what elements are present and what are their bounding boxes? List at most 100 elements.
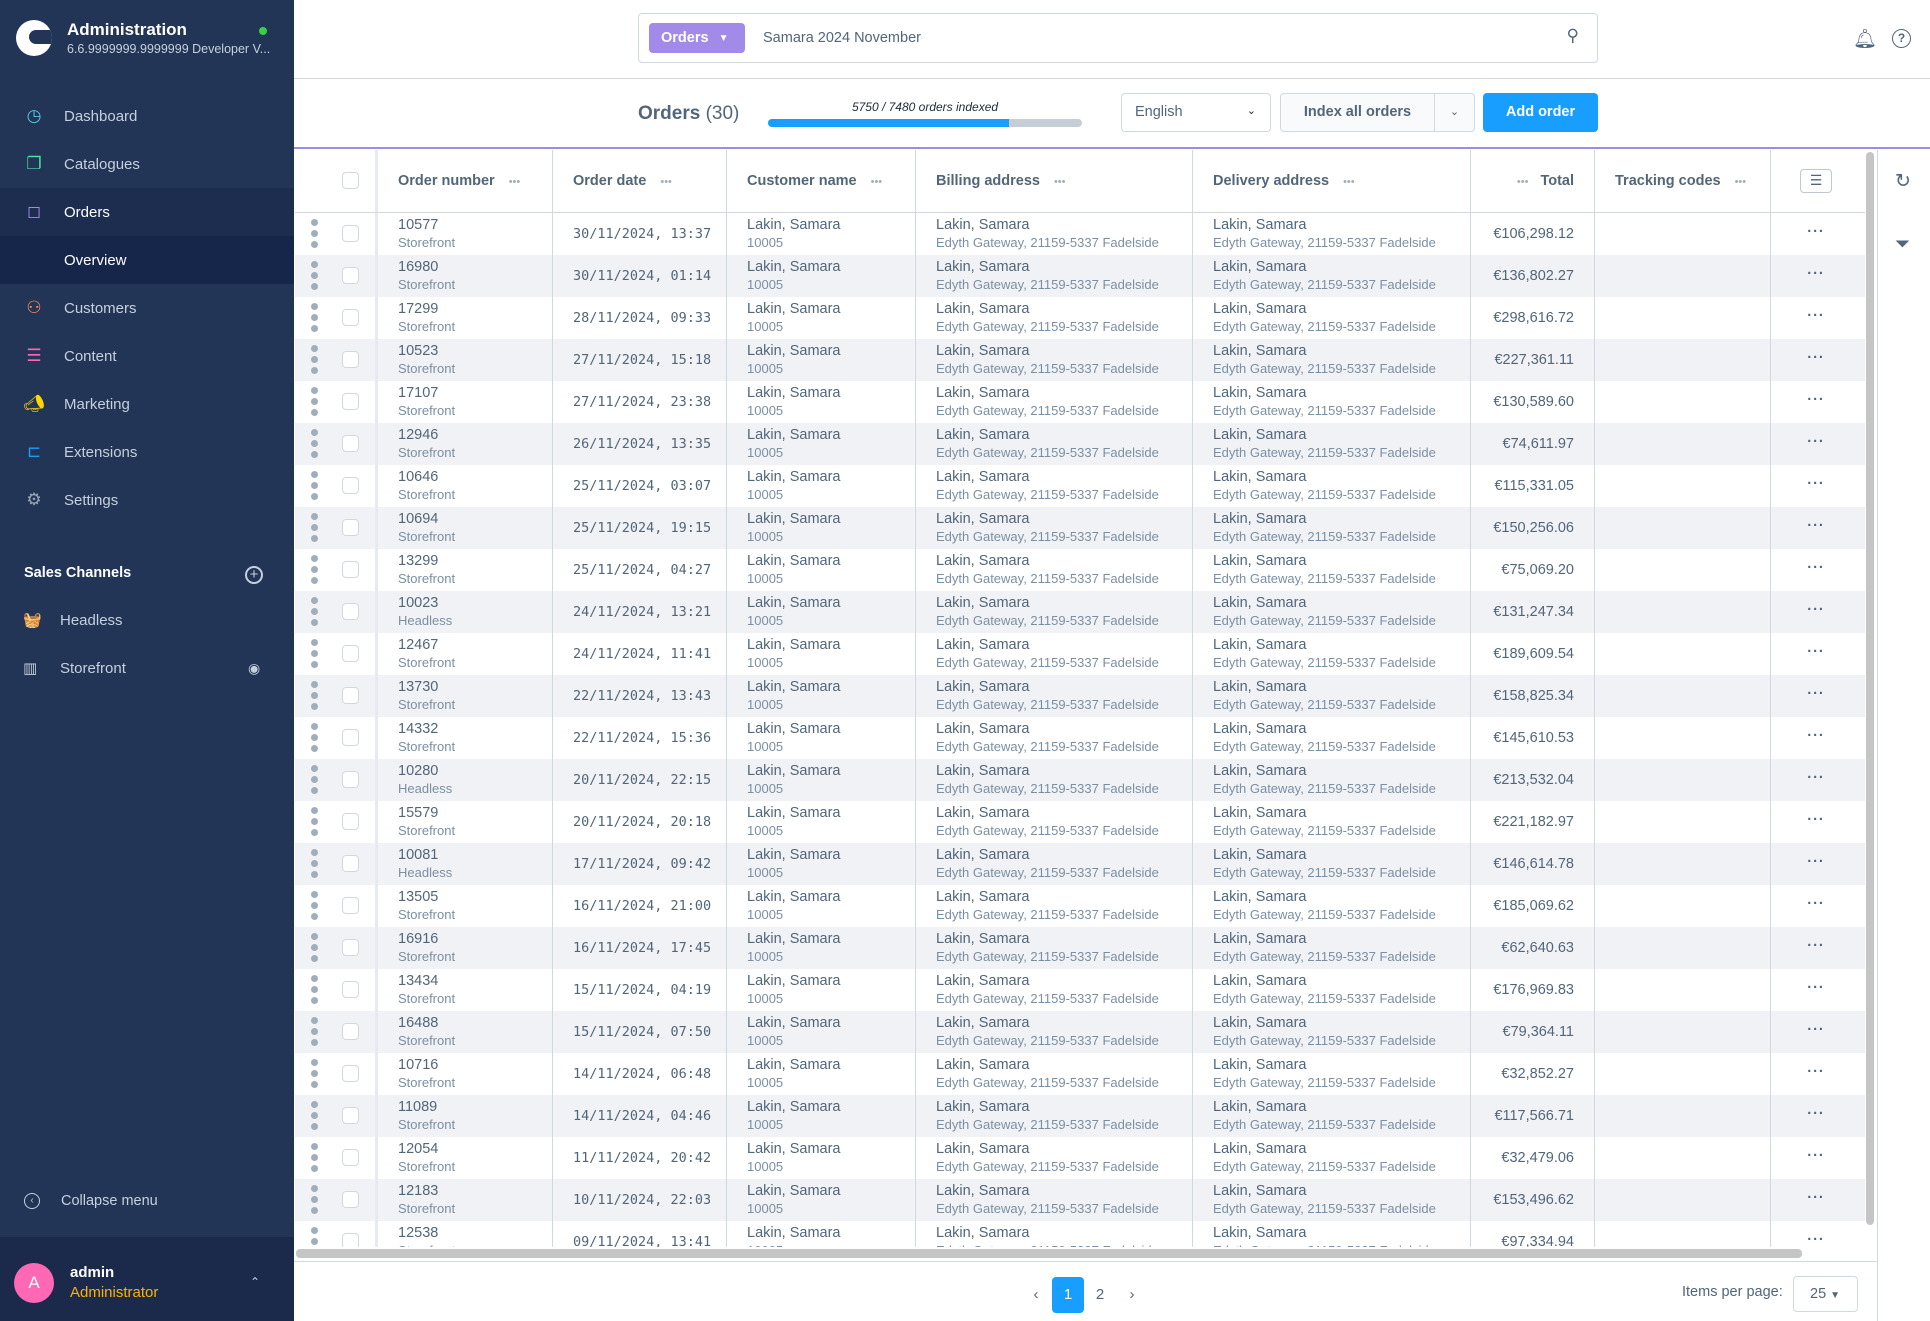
chevron-down-icon[interactable]: ⌄ [1435,94,1474,131]
filter-icon[interactable]: ⏷ [1895,234,1910,256]
row-checkbox[interactable] [342,645,359,662]
order-number-link[interactable]: 13434 [398,973,552,990]
order-number-link[interactable]: 16916 [398,931,552,948]
drag-handle-icon[interactable] [311,213,330,248]
row-checkbox[interactable] [342,1065,359,1082]
table-row[interactable]: 10523 Storefront 27/11/2024, 15:18 Lakin,… [295,339,1865,381]
table-row[interactable]: 12054 Storefront 11/11/2024, 20:42 Lakin,… [295,1137,1865,1179]
table-row[interactable]: 13505 Storefront 16/11/2024, 21:00 Lakin,… [295,885,1865,927]
sidebar-channel-headless[interactable]: 🧺 Headless [0,598,294,642]
search-input[interactable]: Samara 2024 November [763,30,921,46]
index-all-orders-button[interactable]: Index all orders [1281,94,1435,131]
table-row[interactable]: 12467 Storefront 24/11/2024, 11:41 Lakin,… [295,633,1865,675]
row-checkbox[interactable] [342,267,359,284]
row-actions-icon[interactable]: ··· [1771,1221,1861,1247]
row-actions-icon[interactable]: ··· [1771,1011,1861,1053]
order-number-link[interactable]: 16980 [398,259,552,276]
drag-handle-icon[interactable] [311,801,330,836]
row-actions-icon[interactable]: ··· [1771,423,1861,465]
bell-icon[interactable]: 🔔︎ [1853,27,1877,51]
row-actions-icon[interactable]: ··· [1771,1095,1861,1137]
sidebar-item-extensions[interactable]: ⊏ Extensions [0,428,294,476]
row-actions-icon[interactable]: ··· [1771,339,1861,381]
row-actions-icon[interactable]: ··· [1771,969,1861,1011]
table-row[interactable]: 17299 Storefront 28/11/2024, 09:33 Lakin,… [295,297,1865,339]
column-header-customer-name[interactable]: Customer name ••• [727,150,916,212]
table-row[interactable]: 15579 Storefront 20/11/2024, 20:18 Lakin,… [295,801,1865,843]
table-row[interactable]: 13434 Storefront 15/11/2024, 04:19 Lakin,… [295,969,1865,1011]
drag-handle-icon[interactable] [311,1053,330,1088]
row-checkbox[interactable] [342,225,359,242]
order-number-link[interactable]: 10716 [398,1057,552,1074]
row-checkbox[interactable] [342,603,359,620]
sidebar-channel-storefront[interactable]: ▥ Storefront ◉ [0,646,294,690]
drag-handle-icon[interactable] [311,759,330,794]
order-number-link[interactable]: 12183 [398,1183,552,1200]
row-actions-icon[interactable]: ··· [1771,1179,1861,1221]
table-row[interactable]: 12538Storefront 09/11/2024, 13:41 Lakin,… [295,1221,1865,1247]
table-row[interactable]: 16916 Storefront 16/11/2024, 17:45 Lakin,… [295,927,1865,969]
row-checkbox[interactable] [342,981,359,998]
order-number-link[interactable]: 12946 [398,427,552,444]
drag-handle-icon[interactable] [311,969,330,1004]
sidebar-item-marketing[interactable]: 📣︎ Marketing [0,380,294,428]
order-number-link[interactable]: 10280 [398,763,552,780]
sidebar-item-content[interactable]: ☰ Content [0,332,294,380]
drag-handle-icon[interactable] [311,381,330,416]
order-number-link[interactable]: 13730 [398,679,552,696]
row-checkbox[interactable] [342,435,359,452]
column-header-delivery-address[interactable]: Delivery address ••• [1193,150,1471,212]
row-actions-icon[interactable]: ··· [1771,549,1861,591]
row-checkbox[interactable] [342,1149,359,1166]
column-settings-icon[interactable]: ☰ [1800,169,1832,193]
table-row[interactable]: 11089 Storefront 14/11/2024, 04:46 Lakin,… [295,1095,1865,1137]
row-actions-icon[interactable]: ··· [1771,255,1861,297]
items-per-page-select[interactable]: 25 ▼ [1793,1276,1858,1312]
row-checkbox[interactable] [342,939,359,956]
column-menu-icon[interactable]: ••• [1343,176,1355,188]
collapse-menu-button[interactable]: ‹ Collapse menu [24,1193,158,1209]
sidebar-item-orders[interactable]: ◻ Orders [0,188,294,236]
row-actions-icon[interactable]: ··· [1771,675,1861,717]
page-2-button[interactable]: 2 [1084,1277,1116,1313]
drag-handle-icon[interactable] [311,1095,330,1130]
column-menu-icon[interactable]: ••• [871,176,883,188]
drag-handle-icon[interactable] [311,465,330,500]
row-checkbox[interactable] [342,309,359,326]
row-actions-icon[interactable]: ··· [1771,465,1861,507]
row-checkbox[interactable] [342,771,359,788]
row-checkbox[interactable] [342,519,359,536]
column-header-order-date[interactable]: Order date ••• [553,150,727,212]
eye-icon[interactable]: ◉ [248,660,260,677]
row-actions-icon[interactable]: ··· [1771,759,1861,801]
drag-handle-icon[interactable] [311,843,330,878]
table-row[interactable]: 17107 Storefront 27/11/2024, 23:38 Lakin,… [295,381,1865,423]
row-actions-icon[interactable]: ··· [1771,507,1861,549]
drag-handle-icon[interactable] [311,885,330,920]
order-number-link[interactable]: 10577 [398,217,552,234]
row-checkbox[interactable] [342,1233,359,1247]
next-page-button[interactable]: › [1116,1277,1148,1313]
search-icon[interactable]: ⚲ [1567,26,1579,46]
row-checkbox[interactable] [342,729,359,746]
row-actions-icon[interactable]: ··· [1771,213,1861,255]
row-checkbox[interactable] [342,1191,359,1208]
drag-handle-icon[interactable] [311,339,330,374]
table-row[interactable]: 16980 Storefront 30/11/2024, 01:14 Lakin,… [295,255,1865,297]
drag-handle-icon[interactable] [311,591,330,626]
order-number-link[interactable]: 10646 [398,469,552,486]
add-order-button[interactable]: Add order [1483,93,1598,132]
column-menu-icon[interactable]: ••• [1054,176,1066,188]
page-1-button[interactable]: 1 [1052,1277,1084,1313]
order-number-link[interactable]: 12467 [398,637,552,654]
table-row[interactable]: 10023 Headless 24/11/2024, 13:21 Lakin, S… [295,591,1865,633]
order-number-link[interactable]: 15579 [398,805,552,822]
chevron-up-icon[interactable]: ⌃ [250,1275,260,1289]
order-number-link[interactable]: 10523 [398,343,552,360]
table-row[interactable]: 13299 Storefront 25/11/2024, 04:27 Lakin,… [295,549,1865,591]
row-actions-icon[interactable]: ··· [1771,633,1861,675]
search-bar[interactable]: Orders ▼ Samara 2024 November ⚲ [638,13,1598,63]
row-checkbox[interactable] [342,1023,359,1040]
row-actions-icon[interactable]: ··· [1771,927,1861,969]
table-row[interactable]: 10646 Storefront 25/11/2024, 03:07 Lakin,… [295,465,1865,507]
